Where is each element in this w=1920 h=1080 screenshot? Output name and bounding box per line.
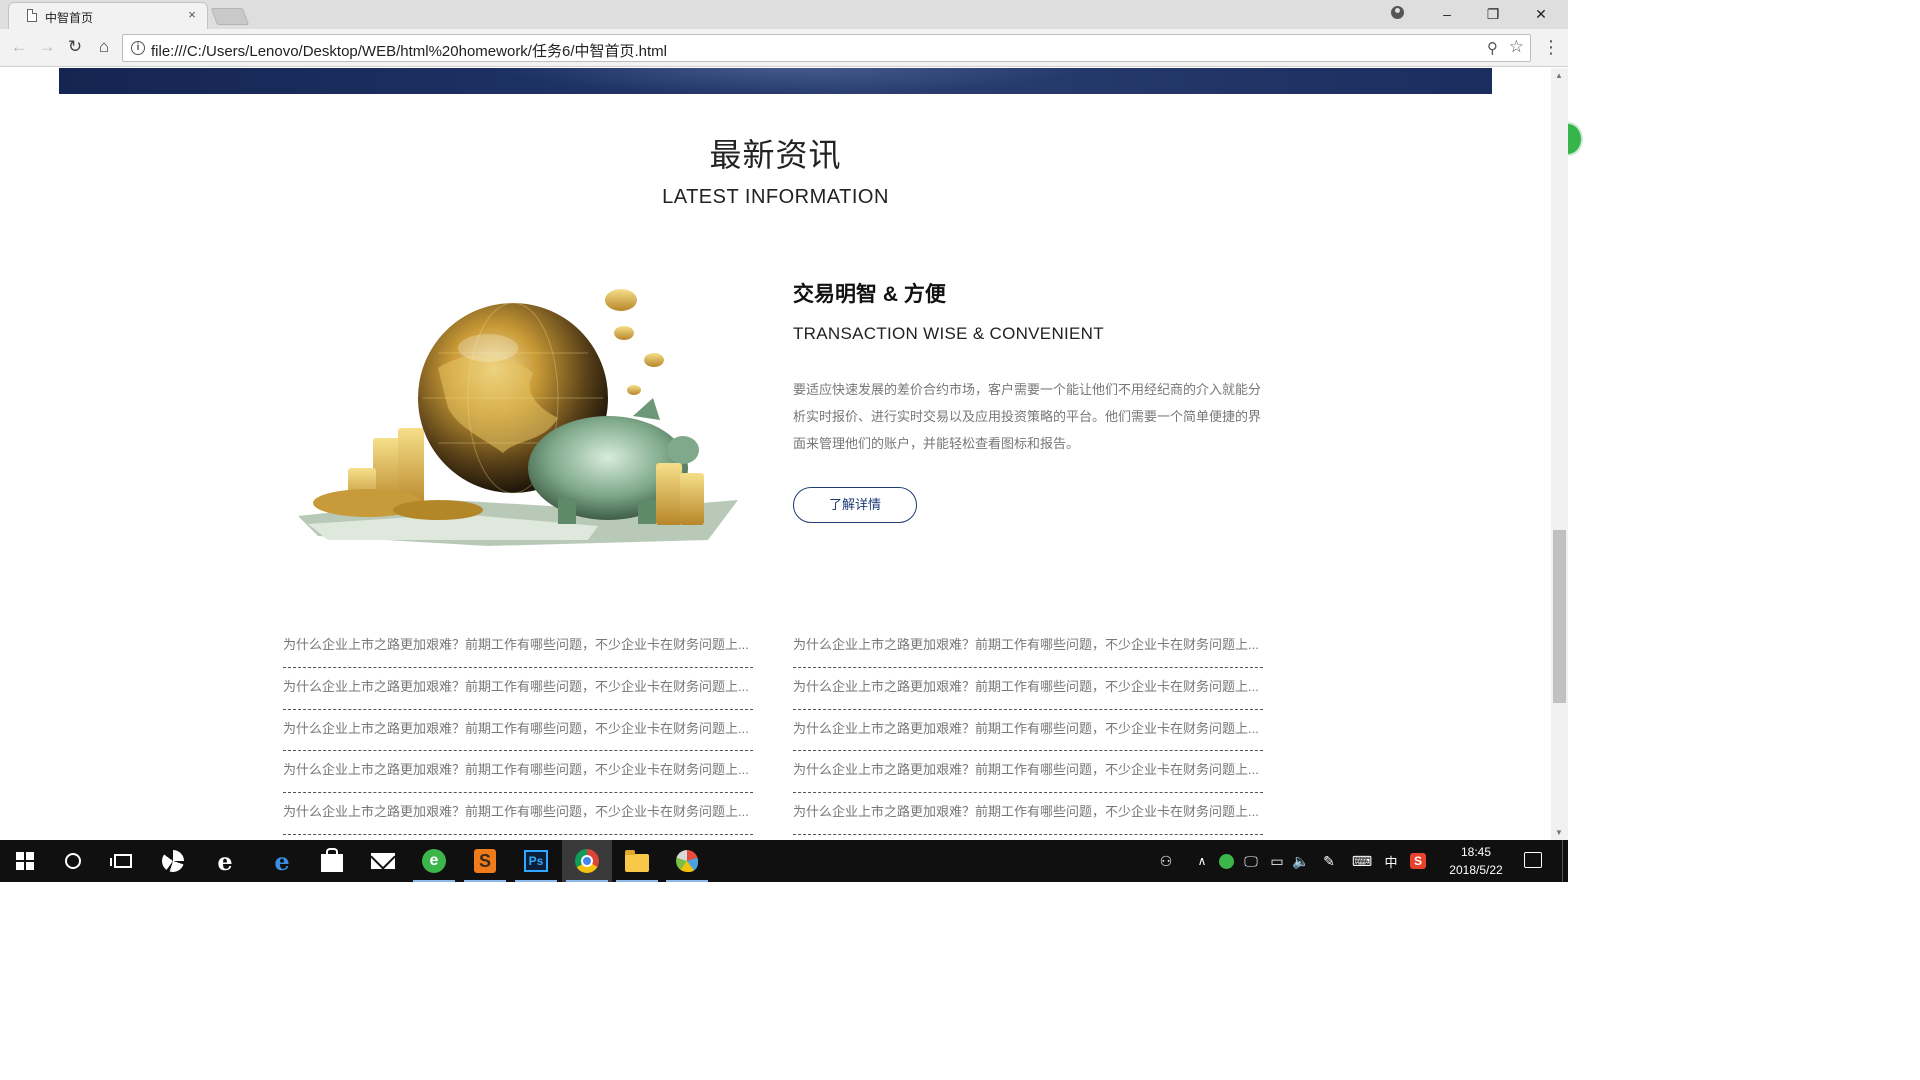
windows-taskbar: e e e S Ps ⚇ ∧ 🖵 ▭ 🔈 ✎ ⌨ 中 S 18:45 2018/…	[0, 840, 1568, 882]
news-link[interactable]: 为什么企业上市之路更加艰难？前期工作有哪些问题，不少企业卡在财务问题上...	[793, 668, 1263, 710]
news-link[interactable]: 为什么企业上市之路更加艰难？前期工作有哪些问题，不少企业卡在财务问题上...	[793, 793, 1263, 835]
mail-icon	[371, 853, 395, 869]
volume-muted-icon[interactable]: 🔈	[1290, 840, 1312, 882]
profile-icon[interactable]	[1380, 0, 1414, 29]
clock-time: 18:45	[1460, 845, 1492, 859]
internet-explorer-icon: e	[217, 846, 233, 876]
news-link[interactable]: 为什么企业上市之路更加艰难？前期工作有哪些问题，不少企业卡在财务问题上...	[283, 710, 753, 752]
action-center-icon[interactable]	[1524, 852, 1542, 868]
feature-title: 交易明智 & 方便	[793, 283, 946, 306]
scroll-up-arrow-icon[interactable]: ▲	[1555, 71, 1563, 80]
taskbar-app-chrome[interactable]	[562, 840, 612, 882]
tray-green-app-icon[interactable]	[1216, 840, 1236, 882]
close-window-button[interactable]: ✕	[1518, 0, 1564, 29]
url-text[interactable]: file:///C:/Users/Lenovo/Desktop/WEB/html…	[151, 40, 667, 61]
cortana-button[interactable]	[48, 840, 98, 882]
document-icon	[27, 9, 37, 22]
learn-more-button[interactable]: 了解详情	[793, 487, 917, 523]
folder-icon	[625, 849, 649, 872]
task-view-icon	[110, 854, 132, 868]
browser-menu-icon[interactable]: ⋮	[1542, 37, 1560, 59]
pinwheel-icon	[162, 850, 184, 872]
news-link[interactable]: 为什么企业上市之路更加艰难？前期工作有哪些问题，不少企业卡在财务问题上...	[793, 626, 1263, 668]
page-viewport: 最新资讯 LATEST INFORMATION 交易明智 & 方便 TRANSA…	[0, 68, 1551, 840]
task-view-button[interactable]	[98, 840, 148, 882]
taskbar-app-file-explorer[interactable]	[612, 840, 662, 882]
network-icon[interactable]: 🖵	[1240, 840, 1262, 882]
globe-piggybank-illustration	[298, 289, 738, 546]
cortana-icon	[65, 853, 81, 869]
address-bar[interactable]: i file:///C:/Users/Lenovo/Desktop/WEB/ht…	[122, 34, 1531, 62]
store-icon	[321, 848, 343, 872]
forward-button[interactable]: →	[36, 37, 58, 59]
banner-image-strip	[59, 68, 1492, 94]
touch-keyboard-icon[interactable]: ⌨	[1348, 840, 1376, 882]
taskbar-app-ie[interactable]: e	[200, 840, 250, 882]
photoshop-icon: Ps	[524, 850, 548, 872]
show-hidden-icons-chevron-up-icon[interactable]: ∧	[1192, 840, 1212, 882]
news-link[interactable]: 为什么企业上市之路更加艰难？前期工作有哪些问题，不少企业卡在财务问题上...	[283, 751, 753, 794]
taskbar-app-store[interactable]	[307, 840, 357, 882]
feature-description: 要适应快速发展的差价合约市场，客户需要一个能让他们不用经纪商的介入就能分析实时报…	[793, 382, 1262, 451]
news-link[interactable]: 为什么企业上市之路更加艰难？前期工作有哪些问题，不少企业卡在财务问题上...	[283, 668, 753, 710]
feature-subtitle: TRANSACTION WISE & CONVENIENT	[793, 324, 1104, 343]
pen-workspace-icon[interactable]: ✎	[1318, 840, 1340, 882]
bookmark-star-icon[interactable]: ☆	[1509, 37, 1524, 57]
minimize-button[interactable]: –	[1424, 0, 1470, 29]
windows-logo-icon	[16, 852, 34, 870]
browser-tab[interactable]: 中智首页 ×	[8, 2, 208, 29]
green-browser-icon: e	[422, 849, 446, 873]
taskbar-app-paint[interactable]	[662, 840, 712, 882]
tab-close-button[interactable]: ×	[185, 7, 199, 22]
reload-button[interactable]: ↻	[64, 37, 86, 59]
taskbar-app-green-browser[interactable]: e	[409, 840, 459, 882]
news-link[interactable]: 为什么企业上市之路更加艰难？前期工作有哪些问题，不少企业卡在财务问题上...	[793, 751, 1263, 794]
paint-palette-icon	[676, 850, 698, 872]
site-info-icon[interactable]: i	[131, 41, 145, 55]
ime-indicator[interactable]: 中	[1381, 840, 1401, 882]
taskbar-app-edge[interactable]: e	[257, 840, 307, 882]
start-button[interactable]	[0, 840, 50, 882]
battery-icon[interactable]: ▭	[1266, 840, 1288, 882]
back-button[interactable]: ←	[8, 37, 30, 59]
section-title-en: LATEST INFORMATION	[662, 186, 889, 208]
taskbar-app-mail[interactable]	[358, 840, 408, 882]
edge-icon: e	[274, 846, 290, 876]
restore-button[interactable]: ❐	[1470, 0, 1516, 29]
news-link[interactable]: 为什么企业上市之路更加艰难？前期工作有哪些问题，不少企业卡在财务问题上...	[283, 626, 753, 668]
page-scrollbar[interactable]: ▲ ▼	[1551, 68, 1568, 840]
home-button[interactable]: ⌂	[93, 37, 115, 59]
news-link[interactable]: 为什么企业上市之路更加艰难？前期工作有哪些问题，不少企业卡在财务问题上...	[283, 793, 753, 835]
scroll-down-arrow-icon[interactable]: ▼	[1555, 828, 1563, 837]
browser-tab-bar: 中智首页 × – ❐ ✕	[0, 0, 1568, 29]
chrome-icon	[575, 849, 599, 873]
browser-toolbar: ← → ↻ ⌂ i file:///C:/Users/Lenovo/Deskto…	[0, 29, 1568, 67]
clock-date: 2018/5/22	[1449, 863, 1503, 877]
system-clock[interactable]: 18:45 2018/5/22	[1440, 843, 1512, 879]
sublime-text-icon: S	[474, 849, 496, 873]
scrollbar-thumb[interactable]	[1553, 530, 1566, 703]
zoom-icon[interactable]: ⚲	[1487, 39, 1498, 57]
news-list-right: 为什么企业上市之路更加艰难？前期工作有哪些问题，不少企业卡在财务问题上... 为…	[793, 626, 1263, 835]
section-title-cn: 最新资讯	[709, 137, 842, 173]
taskbar-app-fan[interactable]	[148, 840, 198, 882]
tab-title: 中智首页	[45, 11, 94, 25]
sogou-input-icon[interactable]: S	[1408, 840, 1428, 882]
taskbar-app-sublime[interactable]: S	[460, 840, 510, 882]
new-tab-button[interactable]	[210, 8, 250, 25]
people-icon[interactable]: ⚇	[1152, 840, 1180, 882]
news-list-left: 为什么企业上市之路更加艰难？前期工作有哪些问题，不少企业卡在财务问题上... 为…	[283, 626, 753, 835]
show-desktop-button[interactable]	[1562, 840, 1568, 882]
news-link[interactable]: 为什么企业上市之路更加艰难？前期工作有哪些问题，不少企业卡在财务问题上...	[793, 710, 1263, 752]
taskbar-app-photoshop[interactable]: Ps	[511, 840, 561, 882]
